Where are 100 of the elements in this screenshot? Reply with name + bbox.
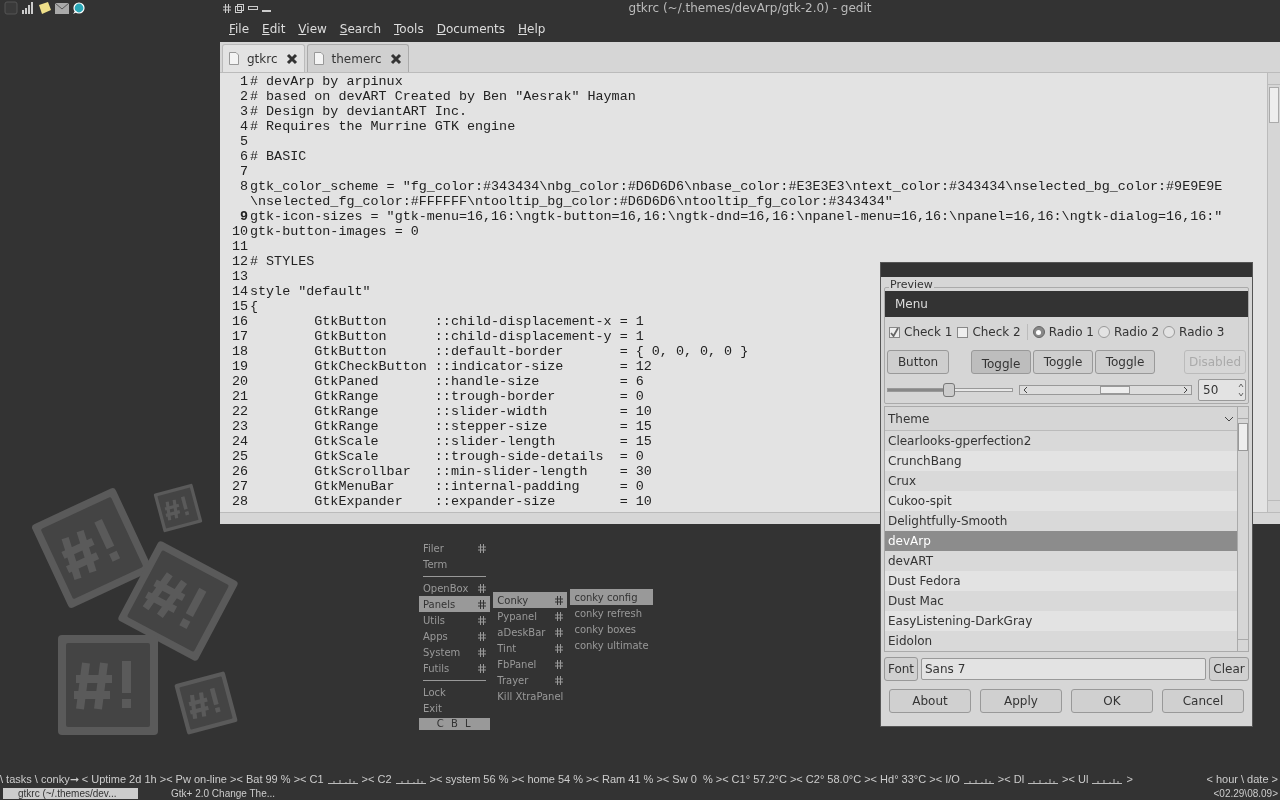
popup-menu-entry[interactable]: conky boxes (570, 621, 653, 637)
popup-menu-entry[interactable]: Tint (493, 640, 568, 656)
font-field[interactable]: Sans 7 (921, 658, 1206, 680)
popup-menu-entry[interactable]: Apps (419, 628, 491, 644)
code-line: GtkRange ::trough-border = 0 (313, 389, 644, 404)
taskbar-item[interactable]: Gtk+ 2.0 Change The... (156, 788, 291, 799)
popup-menu-entry[interactable]: Term (419, 556, 491, 572)
checkbox[interactable] (957, 326, 969, 338)
line-number: 14 (230, 284, 249, 299)
menubar-title[interactable]: Menu (895, 295, 928, 313)
slider[interactable] (887, 383, 1013, 397)
hash-icon[interactable] (223, 3, 231, 13)
toggle-button[interactable]: Toggle (971, 350, 1031, 374)
document-tab[interactable]: themerc (306, 44, 409, 72)
mail-icon[interactable] (55, 2, 69, 14)
scrollbar[interactable] (1267, 73, 1280, 512)
spin-arrows-icon[interactable] (1237, 381, 1245, 399)
line-number: 4 (238, 119, 249, 134)
horizontal-scrollbar[interactable] (1019, 385, 1192, 395)
scrollbar[interactable] (1237, 407, 1248, 651)
minimize-icon[interactable] (262, 9, 271, 13)
popup-menu-entry[interactable]: Utils (419, 612, 491, 628)
spin-field[interactable]: 50 (1198, 379, 1246, 401)
line-number: 28 (230, 494, 249, 509)
theme-row[interactable]: Eidolon (885, 631, 1237, 651)
line-number: 17 (230, 329, 249, 344)
code-line: style "default" (250, 284, 371, 299)
popup-menu-entry[interactable]: System (419, 644, 491, 660)
theme-row[interactable]: Delightfully-Smooth (885, 511, 1237, 531)
toggle-button[interactable]: Toggle (1095, 350, 1155, 374)
menu-bar-item[interactable]: Documents (436, 20, 506, 38)
line-number: 5 (238, 134, 249, 149)
popup-menu-entry[interactable]: conky config (570, 589, 653, 605)
menu-bar-item[interactable]: File (229, 20, 250, 38)
line-number: 21 (230, 389, 249, 404)
popup-menu-entry[interactable]: Lock (419, 684, 491, 700)
file-icon (229, 52, 239, 65)
theme-row[interactable]: Dust Mac (885, 591, 1237, 611)
dialog-button[interactable]: About (889, 689, 971, 713)
scrollbar-thumb[interactable] (1100, 386, 1130, 394)
document-tab[interactable]: gtkrc (222, 44, 305, 72)
code-line: # devArp by arpinux (250, 74, 403, 89)
radio-label: Radio 3 (1179, 324, 1225, 341)
code-line: gtk-icon-sizes = "gtk-menu=16,16:\ngtk-button=16,16:\ngtk-dnd=16,16:\npanel-menu=16,16:\npanel=16,16:\ngtk-dialog=16,16:" (250, 209, 1223, 224)
toggle-button[interactable]: Toggle (1033, 350, 1093, 374)
theme-row[interactable]: devART (885, 551, 1237, 571)
popup-menu-entry[interactable]: Filer (419, 540, 491, 556)
close-icon[interactable] (389, 52, 402, 65)
conky-text: >< Dl (997, 772, 1025, 786)
restore-icon[interactable] (235, 3, 244, 13)
line-number: 9 (238, 209, 249, 224)
note-icon[interactable] (38, 2, 52, 14)
line-number: 13 (230, 269, 249, 284)
font-button[interactable]: Font (884, 657, 918, 681)
chat-icon[interactable] (72, 1, 85, 15)
popup-menu-entry[interactable]: conky refresh (570, 605, 653, 621)
code-line: GtkMenuBar ::internal-padding = 0 (313, 479, 644, 494)
line-number: 11 (230, 239, 249, 254)
maximize-icon[interactable] (248, 6, 258, 10)
dialog-button[interactable]: Apply (980, 689, 1062, 713)
menu-bar-item[interactable]: Edit (262, 20, 286, 38)
popup-menu-entry[interactable]: Futils (419, 660, 491, 676)
checkbox[interactable] (889, 326, 900, 338)
menu-bar-item[interactable]: Search (339, 20, 382, 38)
popup-menu-entry[interactable]: Conky (493, 592, 568, 608)
popup-menu-entry[interactable]: Kill XtraPanel (493, 688, 568, 704)
close-icon[interactable] (285, 52, 298, 65)
theme-row[interactable]: Clearlooks-gperfection2 (885, 431, 1237, 451)
submenu-icon (478, 647, 487, 657)
taskbar-item[interactable]: gtkrc (~/.themes/dev... (3, 788, 138, 799)
line-number: 26 (230, 464, 249, 479)
radio-button[interactable] (1163, 326, 1176, 338)
popup-menu-entry[interactable]: FbPanel (493, 656, 568, 672)
popup-menu-entry[interactable]: Exit (419, 700, 491, 716)
line-number: 19 (230, 359, 249, 374)
line-number: 18 (230, 344, 249, 359)
menu-bar-item[interactable]: Tools (394, 20, 424, 38)
popup-menu-entry[interactable]: OpenBox (419, 580, 491, 596)
clear-button[interactable]: Clear (1209, 657, 1249, 681)
code-line: # based on devART Created by Ben "Aesrak" Hayman (250, 89, 636, 104)
popup-menu-entry[interactable]: Trayer (493, 672, 568, 688)
signal-icon[interactable] (21, 2, 35, 14)
popup-menu-entry[interactable]: Pypanel (493, 608, 568, 624)
push-button[interactable]: Button (887, 350, 949, 374)
dialog-button[interactable]: Cancel (1162, 689, 1244, 713)
popup-menu-entry[interactable]: Panels (419, 596, 491, 612)
checkbox-label: Check 2 (972, 324, 1021, 341)
menu-bar-item[interactable]: Help (518, 20, 546, 38)
radio-button[interactable] (1097, 326, 1110, 338)
submenu-icon (478, 663, 487, 673)
column-header[interactable]: Theme (885, 407, 1237, 431)
theme-row[interactable]: Crux (885, 471, 1237, 491)
code-line: { (250, 299, 259, 314)
dialog-button[interactable]: OK (1071, 689, 1153, 713)
radio-button[interactable] (1032, 326, 1045, 338)
line-number: 12 (230, 254, 249, 269)
popup-menu-entry[interactable]: aDeskBar (493, 624, 568, 640)
menu-bar-item[interactable]: View (298, 20, 327, 38)
line-number: 25 (230, 449, 249, 464)
popup-menu-entry[interactable]: conky ultimate (570, 637, 653, 653)
